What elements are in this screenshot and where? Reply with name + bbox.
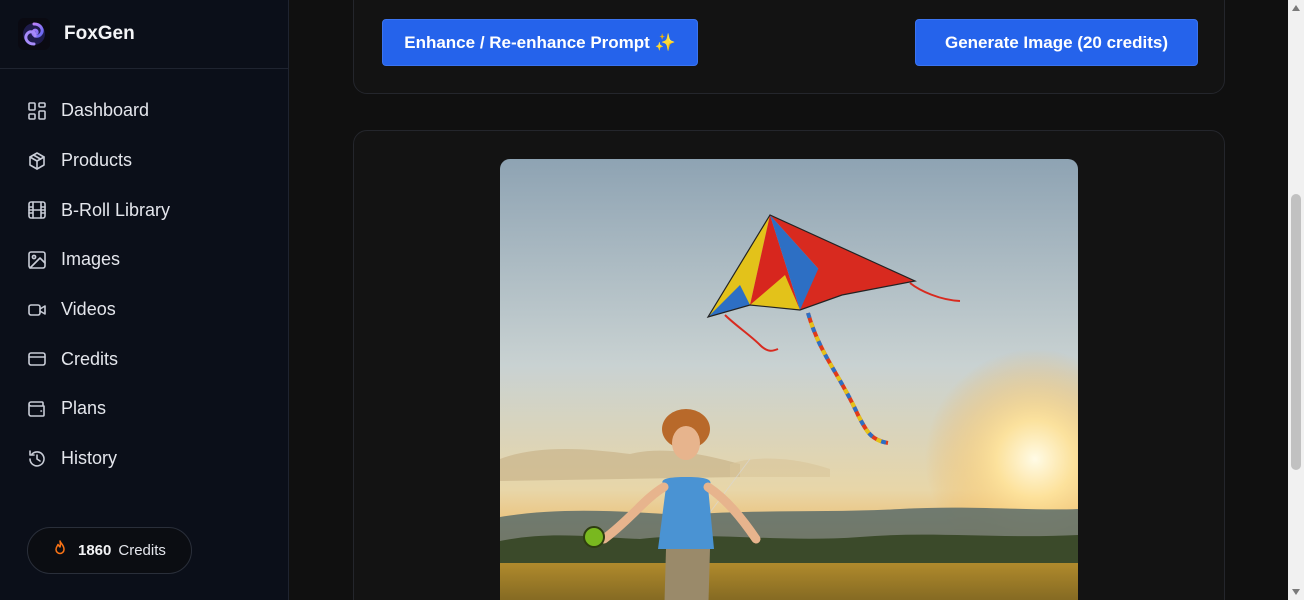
sidebar-item-history[interactable]: History	[0, 434, 288, 484]
brand[interactable]: FoxGen	[0, 0, 288, 69]
sidebar-item-images[interactable]: Images	[0, 235, 288, 285]
sidebar-item-label: Dashboard	[61, 100, 150, 121]
sidebar: FoxGen Dashboard Products B-Roll Library…	[0, 0, 289, 600]
sidebar-item-products[interactable]: Products	[0, 136, 288, 186]
prompt-actions-panel: Enhance / Re-enhance Prompt ✨ Generate I…	[353, 0, 1225, 94]
flame-icon	[52, 540, 68, 561]
scroll-up-arrow-icon[interactable]	[1288, 0, 1304, 16]
page-scrollbar[interactable]	[1288, 0, 1304, 600]
credits-balance[interactable]: 1860 Credits	[27, 527, 192, 574]
sidebar-item-label: Credits	[61, 348, 119, 369]
image-icon	[27, 250, 47, 270]
foxgen-logo-icon	[18, 18, 50, 50]
brand-name: FoxGen	[64, 23, 135, 44]
sidebar-item-plans[interactable]: Plans	[0, 384, 288, 434]
generated-image-panel	[353, 130, 1225, 600]
generate-image-button[interactable]: Generate Image (20 credits)	[915, 19, 1198, 66]
film-icon	[27, 200, 47, 220]
wallet-icon	[27, 399, 47, 419]
sidebar-item-label: B-Roll Library	[61, 199, 171, 220]
sidebar-item-videos[interactable]: Videos	[0, 285, 288, 335]
sidebar-item-label: Plans	[61, 398, 107, 419]
sidebar-item-credits[interactable]: Credits	[0, 334, 288, 384]
credit-card-icon	[27, 349, 47, 369]
dashboard-icon	[27, 101, 47, 121]
credits-amount: 1860	[78, 542, 112, 559]
history-icon	[27, 449, 47, 469]
sidebar-item-label: Images	[61, 249, 121, 270]
generated-image[interactable]	[500, 159, 1078, 600]
sidebar-item-dashboard[interactable]: Dashboard	[0, 86, 288, 136]
video-icon	[27, 300, 47, 320]
credits-label: Credits	[118, 542, 166, 559]
sidebar-item-label: History	[61, 448, 118, 469]
box-icon	[27, 151, 47, 171]
scroll-down-arrow-icon[interactable]	[1288, 584, 1304, 600]
sidebar-item-b-roll-library[interactable]: B-Roll Library	[0, 185, 288, 235]
enhance-prompt-button[interactable]: Enhance / Re-enhance Prompt ✨	[382, 19, 698, 66]
sidebar-item-label: Products	[61, 150, 133, 171]
sidebar-item-label: Videos	[61, 299, 116, 320]
sidebar-nav: Dashboard Products B-Roll Library Images…	[0, 86, 288, 484]
scrollbar-thumb[interactable]	[1291, 194, 1301, 470]
